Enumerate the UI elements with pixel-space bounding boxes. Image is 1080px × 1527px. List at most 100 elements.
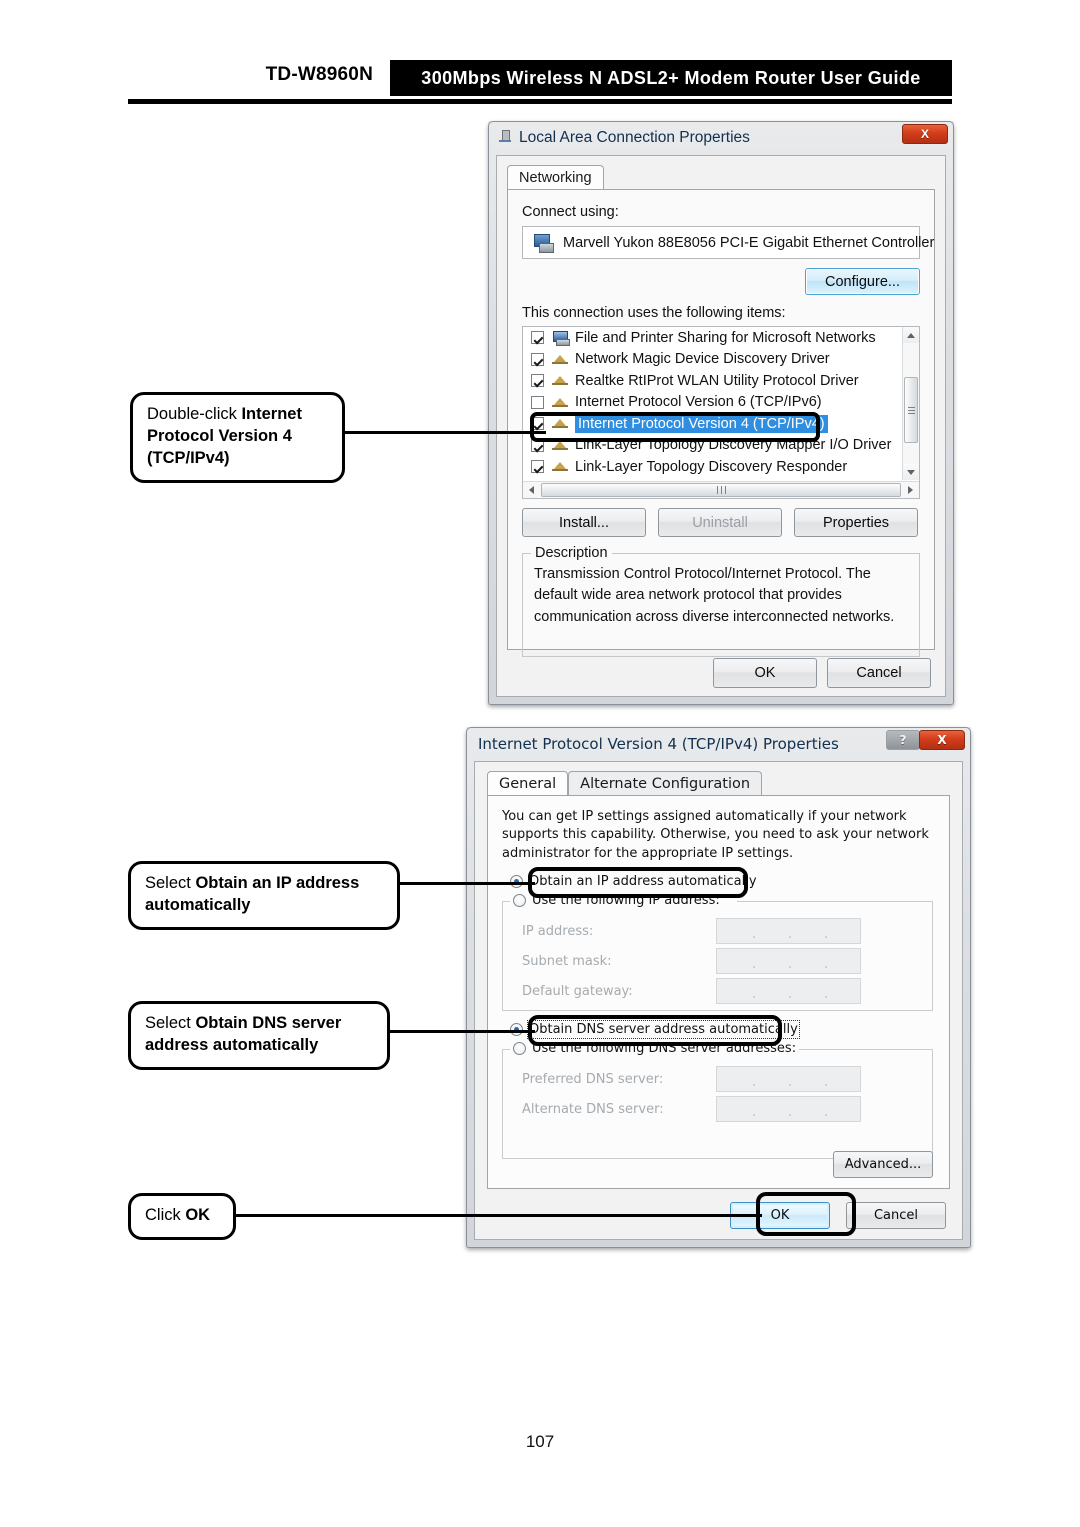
radio-label: Use the following IP address: (532, 893, 720, 908)
alternate-dns-input[interactable]: . . . (716, 1096, 861, 1122)
ip-address-label: IP address: (522, 924, 594, 939)
protocol-icon (552, 417, 569, 430)
page-header: TD-W8960N 300Mbps Wireless N ADSL2+ Mode… (0, 0, 1080, 110)
header-model-name: TD-W8960N (265, 64, 373, 85)
checkbox-icon[interactable] (531, 331, 544, 345)
checkbox-icon[interactable] (531, 438, 544, 452)
protocol-icon (552, 374, 569, 387)
checkbox-icon[interactable] (531, 417, 544, 431)
ip-address-input[interactable]: . . . (716, 918, 861, 944)
scroll-down-icon[interactable] (903, 464, 919, 480)
description-group: Description Transmission Control Protoco… (522, 545, 920, 657)
leader-line-ipv4 (344, 431, 546, 434)
radio-use-following-ip[interactable]: Use the following IP address: (510, 893, 723, 908)
radio-label: Obtain DNS server address automatically (527, 1020, 800, 1039)
list-item-label: Link-Layer Topology Discovery Responder (575, 458, 848, 475)
adapter-name: Marvell Yukon 88E8056 PCI-E Gigabit Ethe… (563, 234, 935, 251)
share-icon (552, 331, 570, 347)
radio-label: Use the following DNS server addresses: (532, 1041, 797, 1056)
checkbox-icon[interactable] (531, 374, 544, 388)
checkbox-icon[interactable] (531, 352, 544, 366)
advanced-button[interactable]: Advanced... (833, 1151, 933, 1178)
description-title: Description (531, 545, 612, 561)
radio-icon[interactable] (513, 894, 526, 907)
radio-icon[interactable] (513, 1042, 526, 1055)
scroll-left-icon[interactable] (523, 482, 540, 498)
network-adapter-icon (533, 234, 554, 253)
tab-panel-general: You can get IP settings assigned automat… (487, 795, 950, 1189)
close-icon[interactable]: X (919, 730, 965, 750)
default-gateway-label: Default gateway: (522, 984, 633, 999)
callout-obtain-dns-prefix: Select (145, 1014, 196, 1032)
group-border-right (737, 901, 932, 902)
ok-button[interactable]: OK (713, 658, 817, 688)
list-item-label: Internet Protocol Version 4 (TCP/IPv4) (575, 414, 828, 433)
install-button[interactable]: Install... (522, 508, 646, 537)
horizontal-scrollbar[interactable] (523, 481, 919, 498)
radio-use-following-dns[interactable]: Use the following DNS server addresses: (510, 1041, 800, 1056)
window-body: General Alternate Configuration You can … (474, 761, 963, 1240)
checkbox-icon[interactable] (531, 460, 544, 474)
connect-using-label: Connect using: (522, 204, 619, 220)
protocol-icon (552, 460, 569, 473)
checkbox-icon[interactable] (531, 395, 544, 409)
tab-strip: General Alternate Configuration (487, 770, 763, 796)
leader-line-click-ok (236, 1214, 762, 1217)
list-item-label: Realtke RtIProt WLAN Utility Protocol Dr… (575, 372, 859, 389)
close-icon[interactable]: X (902, 124, 948, 144)
list-item-label: Link-Layer Topology Discovery Mapper I/O… (575, 437, 892, 454)
ip-dot: . (788, 1074, 793, 1090)
list-item-ipv4[interactable]: Internet Protocol Version 4 (TCP/IPv4) (523, 413, 902, 435)
list-item[interactable]: Realtke RtIProt WLAN Utility Protocol Dr… (523, 370, 902, 392)
tab-alternate-configuration[interactable]: Alternate Configuration (568, 771, 763, 796)
radio-obtain-dns-automatically[interactable]: Obtain DNS server address automatically (510, 1020, 800, 1039)
radio-label: Obtain an IP address automatically (529, 874, 757, 889)
ip-dot: . (824, 986, 829, 1002)
adapter-field[interactable]: Marvell Yukon 88E8056 PCI-E Gigabit Ethe… (522, 226, 934, 259)
cancel-button[interactable]: Cancel (846, 1202, 946, 1229)
tab-general[interactable]: General (487, 771, 569, 796)
horizontal-scrollbar-thumb[interactable] (541, 483, 901, 497)
uninstall-button: Uninstall (658, 508, 782, 537)
list-item-label: File and Printer Sharing for Microsoft N… (575, 329, 876, 346)
list-item-label: Internet Protocol Version 6 (TCP/IPv6) (575, 394, 822, 411)
list-item[interactable]: File and Printer Sharing for Microsoft N… (523, 327, 902, 349)
list-item[interactable]: Internet Protocol Version 6 (TCP/IPv6) (523, 392, 902, 414)
vertical-scrollbar[interactable] (902, 327, 919, 480)
list-item[interactable]: Network Magic Device Discovery Driver (523, 349, 902, 371)
scroll-right-icon[interactable] (902, 482, 919, 498)
default-gateway-input[interactable]: . . . (716, 978, 861, 1004)
ip-dot: . (788, 956, 793, 972)
protocol-icon (552, 353, 569, 366)
subnet-mask-input[interactable]: . . . (716, 948, 861, 974)
properties-button[interactable]: Properties (794, 508, 918, 537)
callout-click-ok-prefix: Click (145, 1206, 186, 1224)
cancel-button[interactable]: Cancel (827, 658, 931, 688)
configure-button[interactable]: Configure... (805, 268, 920, 295)
subnet-mask-label: Subnet mask: (522, 954, 612, 969)
triangle-right-icon (908, 486, 913, 494)
list-item[interactable]: Link-Layer Topology Discovery Mapper I/O… (523, 435, 902, 457)
grip-icon (907, 406, 915, 414)
list-item-label: Network Magic Device Discovery Driver (575, 351, 830, 368)
window-title-bar: Local Area Connection Properties (488, 121, 954, 155)
network-items-listbox[interactable]: File and Printer Sharing for Microsoft N… (522, 326, 920, 499)
radio-obtain-ip-automatically[interactable]: Obtain an IP address automatically (510, 874, 757, 889)
window-buttons: ? X (886, 730, 965, 750)
triangle-left-icon (529, 486, 534, 494)
ip-dot: . (752, 986, 757, 1002)
callout-ipv4-prefix: Double-click (147, 405, 242, 423)
ip-dot: . (752, 956, 757, 972)
list-item[interactable]: Link-Layer Topology Discovery Responder (523, 456, 902, 478)
page-number: 107 (525, 1432, 555, 1451)
scroll-up-icon[interactable] (903, 327, 919, 343)
triangle-down-icon (907, 469, 915, 475)
help-icon[interactable]: ? (886, 730, 920, 750)
vertical-scrollbar-thumb[interactable] (904, 377, 918, 443)
callout-obtain-ip-prefix: Select (145, 874, 196, 892)
callout-obtain-ip: Select Obtain an IP address automaticall… (128, 861, 400, 930)
preferred-dns-input[interactable]: . . . (716, 1066, 861, 1092)
intro-text: You can get IP settings assigned automat… (502, 809, 929, 861)
ip-dot: . (752, 1104, 757, 1120)
tab-networking[interactable]: Networking (507, 165, 604, 190)
